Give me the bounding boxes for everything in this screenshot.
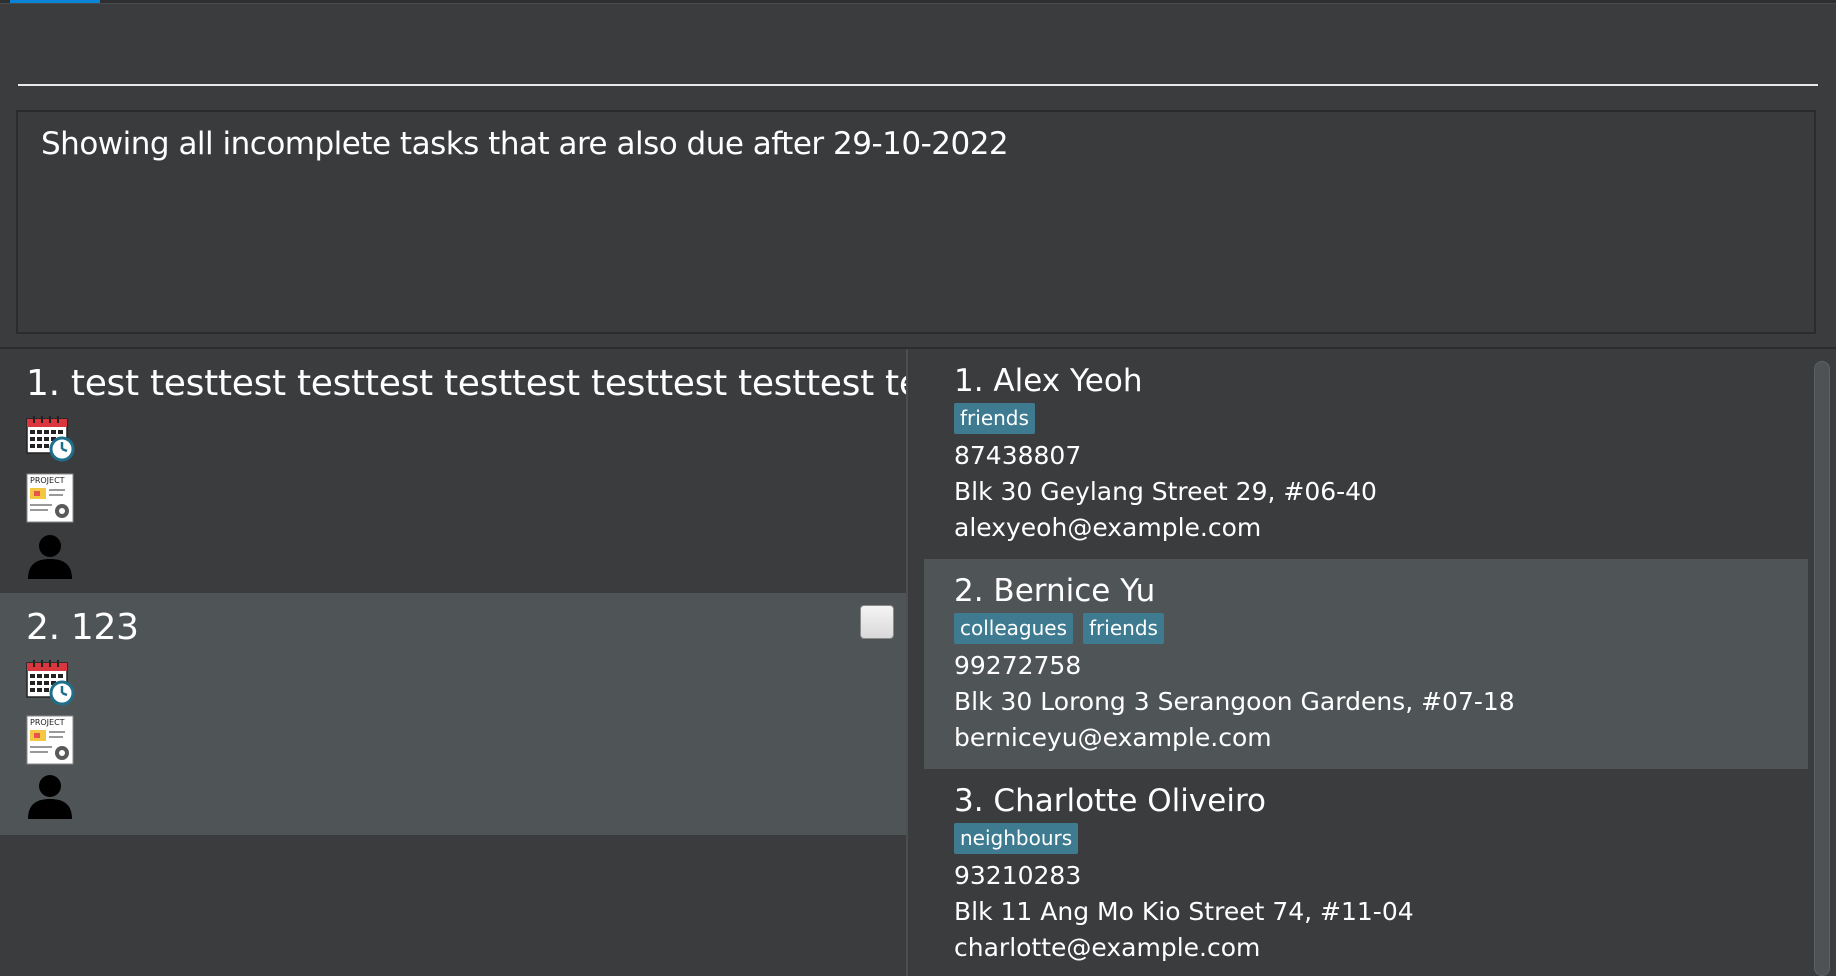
task-card[interactable]: 2. 123 PROJECT — [0, 593, 906, 835]
task-title: 2. 123 — [26, 607, 139, 648]
scrollbar-thumb[interactable] — [1814, 361, 1830, 976]
tag: friends — [1083, 613, 1164, 644]
person-card[interactable]: 1. Alex Yeoh friends 87438807 Blk 30 Gey… — [924, 349, 1808, 559]
task-done-checkbox[interactable] — [860, 605, 894, 639]
app-window: Showing all incomplete tasks that are al… — [0, 0, 1836, 976]
person-name: 3. Charlotte Oliveiro — [954, 783, 1266, 819]
person-name: 2. Bernice Yu — [954, 573, 1156, 609]
active-tab-indicator[interactable] — [10, 0, 100, 3]
command-box[interactable] — [18, 20, 1818, 86]
result-message: Showing all incomplete tasks that are al… — [41, 126, 1009, 162]
person-address: Blk 11 Ang Mo Kio Street 74, #11-04 — [954, 897, 1414, 926]
person-icon — [26, 773, 76, 821]
command-input[interactable] — [18, 20, 1818, 84]
task-title: 1. test testtest testtest testtest testt… — [26, 363, 906, 404]
person-address: Blk 30 Geylang Street 29, #06-40 — [954, 477, 1377, 506]
svg-text:PROJECT: PROJECT — [30, 718, 65, 727]
person-list-panel[interactable]: 1. Alex Yeoh friends 87438807 Blk 30 Gey… — [924, 349, 1808, 976]
person-phone: 93210283 — [954, 861, 1082, 890]
tag: friends — [954, 403, 1035, 434]
calendar-clock-icon — [26, 415, 76, 463]
person-name: 1. Alex Yeoh — [954, 363, 1143, 399]
person-icon — [26, 533, 76, 581]
project-icon: PROJECT — [26, 715, 76, 765]
result-display: Showing all incomplete tasks that are al… — [16, 110, 1816, 334]
tag: neighbours — [954, 823, 1079, 854]
person-tags: colleagues friends — [954, 613, 1164, 644]
project-icon: PROJECT — [26, 473, 76, 523]
person-email: charlotte@example.com — [954, 933, 1261, 962]
person-card[interactable]: 2. Bernice Yu colleagues friends 9927275… — [924, 559, 1808, 769]
person-email: alexyeoh@example.com — [954, 513, 1262, 542]
task-list-panel[interactable]: 1. test testtest testtest testtest testt… — [0, 349, 906, 976]
person-phone: 99272758 — [954, 651, 1082, 680]
person-phone: 87438807 — [954, 441, 1082, 470]
task-card[interactable]: 1. test testtest testtest testtest testt… — [0, 349, 906, 593]
panel-divider[interactable] — [906, 349, 908, 976]
person-tags: neighbours — [954, 823, 1079, 854]
person-email: berniceyu@example.com — [954, 723, 1272, 752]
calendar-clock-icon — [26, 659, 76, 707]
tag: colleagues — [954, 613, 1074, 644]
person-tags: friends — [954, 403, 1035, 434]
tab-strip — [0, 0, 1836, 4]
svg-text:PROJECT: PROJECT — [30, 476, 65, 485]
person-card[interactable]: 3. Charlotte Oliveiro neighbours 9321028… — [924, 769, 1808, 976]
person-address: Blk 30 Lorong 3 Serangoon Gardens, #07-1… — [954, 687, 1515, 716]
person-list-scrollbar[interactable] — [1808, 349, 1836, 976]
